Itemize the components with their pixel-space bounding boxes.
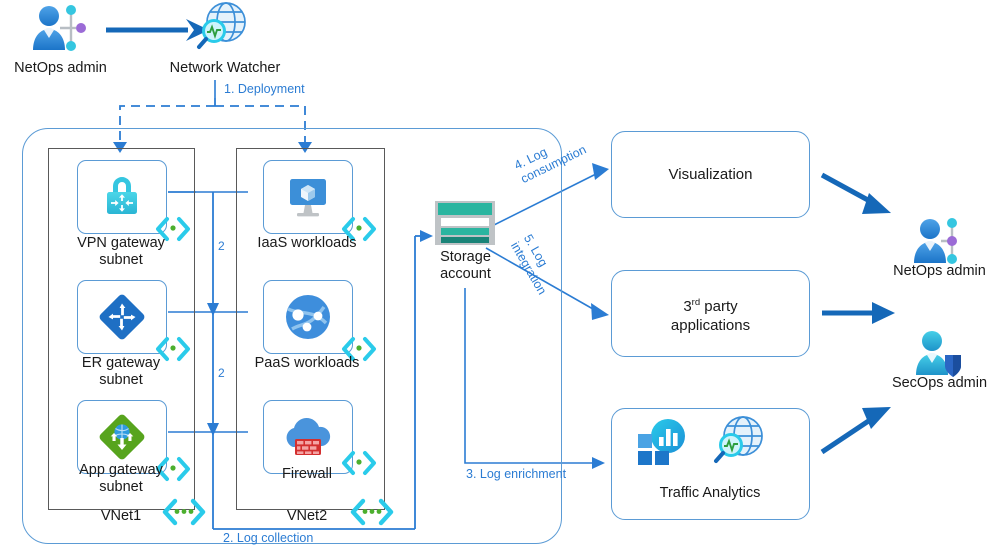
edge-marker-right: 2 (218, 366, 225, 380)
workload-paas-label: PaaS workloads (254, 355, 360, 371)
network-watcher-icon (190, 0, 252, 56)
third-party-suffix: rd (691, 296, 701, 308)
third-party-word: party (704, 297, 738, 315)
secops-admin-label: SecOps admin (891, 375, 988, 391)
traffic-analytics-dashboard-icon (630, 417, 696, 473)
nsg-flow-badge-vnet1 (160, 497, 208, 527)
storage-account-label: Storage account (440, 249, 491, 282)
box-visualization[interactable]: Visualization (611, 131, 810, 218)
diagram-canvas: VPN gateway subnet ER gateway subnet App… (0, 0, 998, 554)
vnet2-label: VNet2 (286, 508, 328, 524)
workload-iaas-label: IaaS workloads (257, 235, 357, 251)
subnet-er-gateway-label: ER gateway subnet (81, 355, 161, 388)
network-watcher-label: Network Watcher (169, 60, 281, 76)
traffic-analytics-watcher-icon (707, 414, 769, 470)
arrow-thirdparty-to-secops (822, 302, 895, 324)
secops-admin-icon (905, 327, 975, 381)
third-party-number: 3 (683, 297, 692, 315)
box-traffic-analytics-label: Traffic Analytics (659, 485, 761, 501)
vnet1-label: VNet1 (100, 508, 142, 524)
third-party-line2: applications (670, 316, 751, 334)
storage-account-icon (432, 198, 498, 250)
flow-label-deployment: 1. Deployment (224, 82, 305, 96)
subnet-app-gateway-label: App gateway subnet (79, 462, 163, 495)
workload-firewall-label: Firewall (282, 466, 332, 482)
flow-label-log-collection: 2. Log collection (223, 531, 314, 545)
subnet-vpn-gateway-label: VPN gateway subnet (77, 235, 165, 268)
netops-admin-left-icon (24, 2, 94, 56)
arrow-traffic-analytics-to-secops (820, 407, 891, 455)
edge-marker-left: 2 (218, 239, 225, 253)
box-third-party-applications-label: 3rd party applications (671, 293, 750, 335)
box-visualization-label: Visualization (668, 166, 753, 183)
netops-admin-right-label: NetOps admin (893, 263, 986, 279)
arrow-visualization-to-netops (820, 172, 891, 214)
nsg-flow-badge-vnet2 (348, 497, 396, 527)
netops-admin-left-label: NetOps admin (14, 60, 107, 76)
box-third-party-applications[interactable]: 3rd party applications (611, 270, 810, 357)
netops-admin-right-icon (905, 215, 975, 269)
flow-label-log-enrichment: 3. Log enrichment (466, 467, 567, 481)
